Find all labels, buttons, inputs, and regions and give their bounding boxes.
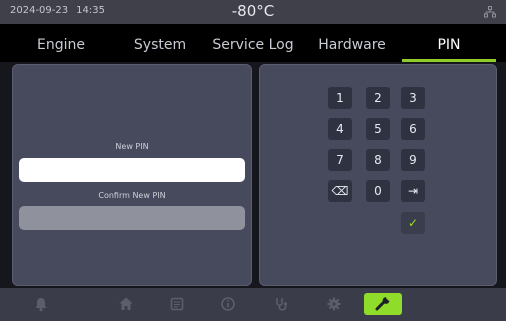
tab-hardware[interactable]: Hardware xyxy=(305,24,399,62)
key-5[interactable]: 5 xyxy=(366,118,390,140)
stethoscope-icon[interactable] xyxy=(273,295,291,313)
bottom-nav xyxy=(0,288,506,321)
keypad-panel: 1 2 3 4 5 6 7 8 9 ⌫ 0 ⇥ ✓ xyxy=(259,64,497,286)
key-4[interactable]: 4 xyxy=(328,118,352,140)
tab-system[interactable]: System xyxy=(113,24,207,62)
document-icon[interactable] xyxy=(168,295,186,313)
key-0[interactable]: 0 xyxy=(366,180,390,202)
confirm-pin-input[interactable] xyxy=(19,206,245,230)
tab-bar: Engine System Service Log Hardware PIN xyxy=(0,24,506,62)
temperature-readout: -80°C xyxy=(231,2,275,20)
tab-engine[interactable]: Engine xyxy=(14,24,108,62)
next-field-key[interactable]: ⇥ xyxy=(401,180,425,202)
tab-pin[interactable]: PIN xyxy=(402,24,496,62)
new-pin-input[interactable] xyxy=(19,158,245,182)
confirm-pin-label: Confirm New PIN xyxy=(98,191,166,200)
gear-icon[interactable] xyxy=(325,295,343,313)
backspace-key[interactable]: ⌫ xyxy=(328,180,352,202)
info-icon[interactable] xyxy=(219,295,237,313)
wrench-icon[interactable] xyxy=(374,295,392,313)
tab-service-log[interactable]: Service Log xyxy=(206,24,300,62)
key-8[interactable]: 8 xyxy=(366,149,390,171)
network-icon xyxy=(484,6,496,18)
bell-icon[interactable] xyxy=(32,295,50,313)
key-9[interactable]: 9 xyxy=(401,149,425,171)
pin-form-panel: New PIN Confirm New PIN xyxy=(12,64,252,286)
key-2[interactable]: 2 xyxy=(366,87,390,109)
key-7[interactable]: 7 xyxy=(328,149,352,171)
key-1[interactable]: 1 xyxy=(328,87,352,109)
confirm-key[interactable]: ✓ xyxy=(401,212,425,234)
new-pin-label: New PIN xyxy=(115,142,149,151)
key-3[interactable]: 3 xyxy=(401,87,425,109)
status-bar: 2024-09-23 14:35 -80°C xyxy=(0,0,506,24)
home-icon[interactable] xyxy=(117,295,135,313)
key-6[interactable]: 6 xyxy=(401,118,425,140)
